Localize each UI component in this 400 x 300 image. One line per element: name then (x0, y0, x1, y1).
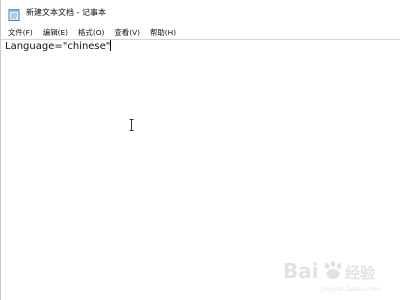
title-bar[interactable]: 新建文本文档 - 记事本 (1, 0, 400, 24)
text-caret (110, 40, 112, 51)
notepad-icon (8, 6, 20, 21)
window-title: 新建文本文档 - 记事本 (26, 7, 106, 17)
editor-line[interactable]: Language="chinese" (5, 40, 112, 54)
baidu-jingyan-watermark: Bai 经验 jingyan.baidu.com (283, 254, 395, 294)
editor-text: Language="chinese" (5, 41, 111, 52)
menu-file[interactable]: 文件(F) (8, 27, 33, 38)
svg-text:jingyan.baidu.com: jingyan.baidu.com (320, 285, 381, 293)
menu-format[interactable]: 格式(O) (78, 27, 104, 38)
notepad-window: 新建文本文档 - 记事本 文件(F) 编辑(E) 格式(O) 查看(V) 帮助(… (0, 0, 400, 300)
menu-bar: 文件(F) 编辑(E) 格式(O) 查看(V) 帮助(H) (1, 25, 400, 39)
menu-view[interactable]: 查看(V) (114, 27, 140, 38)
i-beam-cursor-icon (129, 116, 134, 131)
svg-text:Bai: Bai (283, 259, 319, 283)
menu-edit[interactable]: 编辑(E) (43, 27, 68, 38)
svg-text:经验: 经验 (345, 264, 376, 282)
menu-help[interactable]: 帮助(H) (150, 27, 176, 38)
